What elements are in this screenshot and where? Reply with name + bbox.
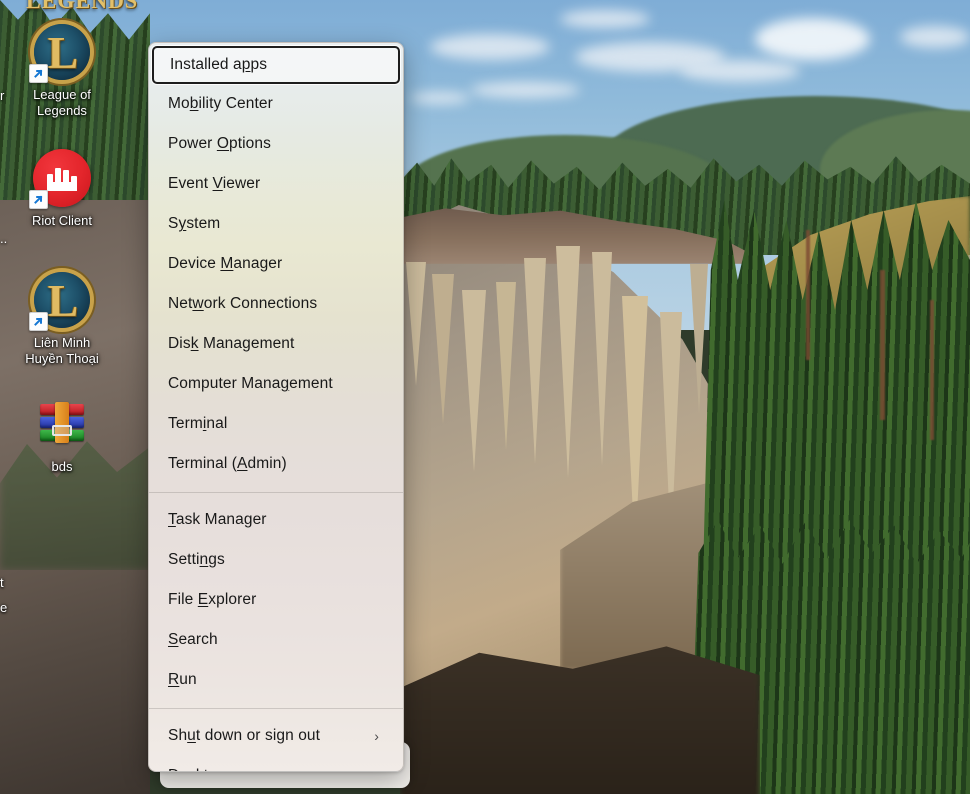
- menu-item-search[interactable]: Search: [149, 620, 403, 660]
- chevron-right-icon: ›: [374, 728, 379, 744]
- menu-item-system[interactable]: System: [149, 204, 403, 244]
- clipped-wordmark: LEGENDS: [26, 0, 139, 13]
- menu-item-label: Terminal (Admin): [168, 455, 287, 472]
- riot-client-icon: [29, 148, 92, 209]
- winrar-archive-icon: [32, 394, 92, 454]
- rock-spire: [556, 246, 580, 478]
- icon-label-line1: Liên Minh: [33, 335, 91, 350]
- dead-tree: [880, 270, 885, 420]
- menu-item-event-viewer[interactable]: Event Viewer: [149, 164, 403, 204]
- cloud: [430, 34, 550, 60]
- menu-separator: [149, 708, 403, 709]
- quick-link-menu[interactable]: Installed apps Mobility Center Power Opt…: [148, 42, 404, 772]
- desktop-icon-riot-client[interactable]: Riot Client: [10, 148, 114, 229]
- menu-item-computer-management[interactable]: Computer Management: [149, 364, 403, 404]
- rock-spire: [406, 262, 426, 386]
- menu-item-run[interactable]: Run: [149, 660, 403, 700]
- icon-label-line1: League of: [33, 87, 91, 102]
- clipped-icon-label-e: e: [0, 600, 8, 615]
- rock-spire: [690, 264, 708, 414]
- menu-item-installed-apps[interactable]: Installed apps: [152, 46, 400, 84]
- cloud: [755, 18, 870, 60]
- icon-label-line1: Riot Client: [32, 213, 92, 228]
- menu-item-label: Mobility Center: [168, 95, 273, 112]
- cloud: [560, 10, 650, 28]
- menu-item-power-options[interactable]: Power Options: [149, 124, 403, 164]
- menu-item-label: Installed apps: [170, 56, 268, 73]
- menu-item-terminal-admin[interactable]: Terminal (Admin): [149, 444, 403, 484]
- shortcut-arrow-icon: [29, 190, 48, 209]
- cloud: [470, 82, 580, 98]
- menu-item-mobility-center[interactable]: Mobility Center: [149, 84, 403, 124]
- menu-item-label: Desktop: [168, 767, 389, 771]
- menu-item-label: Device Manager: [168, 255, 283, 272]
- league-of-legends-icon: L: [29, 22, 92, 83]
- desktop-icon-lien-minh-huyen-thoai[interactable]: L Liên Minh Huyền Thoại: [10, 270, 114, 367]
- desktop-icon-bds[interactable]: bds: [10, 394, 114, 475]
- menu-item-task-manager[interactable]: Task Manager: [149, 500, 403, 540]
- cloud: [680, 60, 800, 82]
- menu-item-label: Disk Management: [168, 335, 295, 352]
- shortcut-arrow-icon: [29, 312, 48, 331]
- rock-spire: [462, 290, 486, 472]
- menu-item-label: Run: [168, 671, 197, 688]
- icon-label-line2: Huyền Thoại: [25, 351, 99, 366]
- rock-spire: [432, 274, 454, 424]
- menu-item-shut-down-or-sign-out[interactable]: Shut down or sign out ›: [149, 716, 403, 756]
- menu-item-label: Settings: [168, 551, 225, 568]
- rock-spire: [524, 258, 546, 464]
- menu-item-settings[interactable]: Settings: [149, 540, 403, 580]
- menu-item-label: Terminal: [168, 415, 228, 432]
- menu-item-device-manager[interactable]: Device Manager: [149, 244, 403, 284]
- menu-item-label: Power Options: [168, 135, 271, 152]
- lien-minh-huyen-thoai-icon: L: [29, 270, 92, 331]
- shortcut-arrow-icon: [29, 64, 48, 83]
- icon-label-line1: bds: [51, 459, 73, 474]
- menu-item-disk-management[interactable]: Disk Management: [149, 324, 403, 364]
- menu-item-label: Shut down or sign out: [168, 727, 321, 744]
- rock-spire: [592, 252, 612, 466]
- riot-fist-glyph: [47, 165, 77, 191]
- menu-item-desktop[interactable]: Desktop: [149, 756, 403, 771]
- desktop[interactable]: LEGENDS r .. t e L League of Legends Rio…: [0, 0, 970, 794]
- menu-item-file-explorer[interactable]: File Explorer: [149, 580, 403, 620]
- menu-item-label: File Explorer: [168, 591, 257, 608]
- menu-item-network-connections[interactable]: Network Connections: [149, 284, 403, 324]
- menu-item-label: Event Viewer: [168, 175, 261, 192]
- menu-item-terminal[interactable]: Terminal: [149, 404, 403, 444]
- clipped-icon-label-r: r: [0, 88, 5, 103]
- cloud: [410, 92, 470, 104]
- menu-item-label: Task Manager: [168, 511, 267, 528]
- menu-item-label: Search: [168, 631, 218, 648]
- menu-item-label: System: [168, 215, 221, 232]
- menu-separator: [149, 492, 403, 493]
- clipped-icon-label-dots: ..: [0, 231, 8, 246]
- dead-tree: [806, 230, 810, 360]
- menu-item-label: Network Connections: [168, 295, 318, 312]
- dead-tree: [930, 300, 934, 440]
- cloud: [900, 26, 970, 48]
- desktop-icon-league-of-legends[interactable]: L League of Legends: [10, 22, 114, 119]
- menu-item-label: Computer Management: [168, 375, 333, 392]
- icon-label-line2: Legends: [37, 103, 87, 118]
- clipped-icon-label-t: t: [0, 575, 4, 590]
- rock-spire: [496, 282, 516, 450]
